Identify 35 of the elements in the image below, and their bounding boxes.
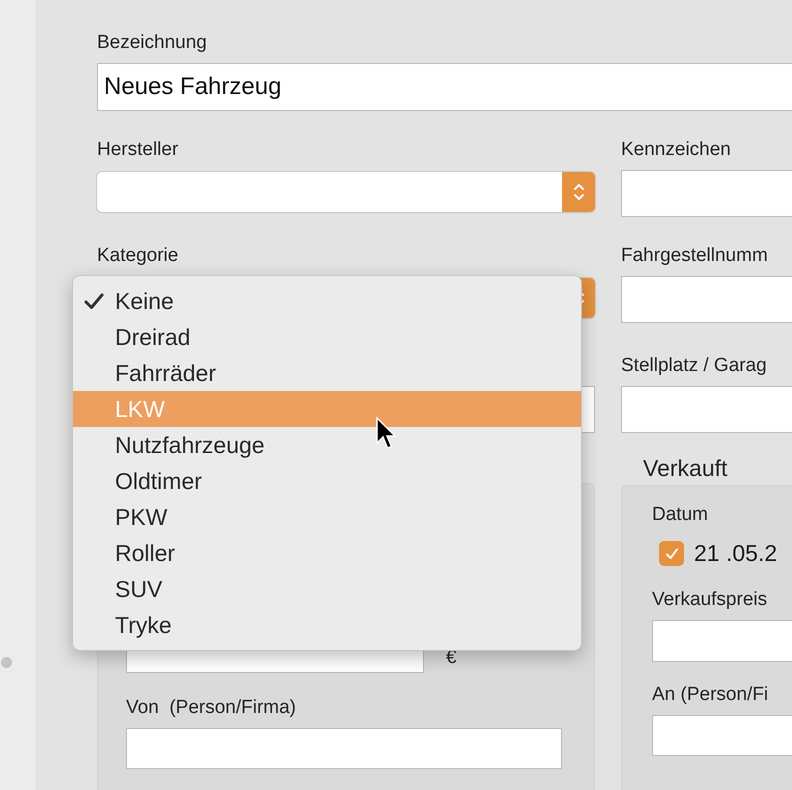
menu-item[interactable]: Tryke	[73, 607, 581, 643]
cursor-icon	[376, 417, 398, 451]
field-label: Kategorie	[97, 245, 180, 267]
checkmark-icon	[84, 293, 104, 310]
stepper-icon	[562, 172, 595, 212]
field-label: Fahrgestellnumm	[621, 245, 769, 267]
name-input-field[interactable]: Neues Fahrzeug	[97, 63, 792, 111]
input-field[interactable]	[652, 620, 792, 662]
menu-item[interactable]: Keine	[73, 283, 581, 319]
field-label: Stellplatz / Garag	[621, 355, 768, 377]
menu-item[interactable]: Nutzfahrzeuge	[73, 427, 581, 463]
field-label: Verkaufspreis	[652, 589, 768, 611]
field-label: Kennzeichen	[621, 139, 732, 161]
field-label: Hersteller	[97, 139, 180, 161]
menu-item[interactable]: SUV	[73, 571, 581, 607]
input-field[interactable]	[621, 386, 792, 433]
field-label: Datum	[652, 504, 709, 526]
input-field[interactable]	[126, 728, 562, 769]
group-title: Verkauft	[643, 455, 728, 481]
resize-handle[interactable]	[1, 657, 12, 668]
field-label: An (Person/Fi	[652, 684, 770, 706]
menu-item[interactable]: PKW	[73, 499, 581, 535]
menu-item[interactable]: Roller	[73, 535, 581, 571]
input-field[interactable]	[621, 170, 792, 217]
input-field[interactable]	[621, 276, 792, 323]
menu-item[interactable]: Fahrräder	[73, 355, 581, 391]
manufacturer-popup-button[interactable]	[97, 172, 595, 212]
date-value: 21 .05.2	[694, 540, 778, 567]
checkmark-icon	[664, 546, 678, 560]
date-checkbox[interactable]	[659, 541, 684, 566]
input-field[interactable]	[652, 715, 792, 756]
menu-item[interactable]: Dreirad	[73, 319, 581, 355]
field-label: Von (Person/Firma)	[126, 697, 297, 719]
menu-item[interactable]: Oldtimer	[73, 463, 581, 499]
field-label: Bezeichnung	[97, 32, 208, 54]
